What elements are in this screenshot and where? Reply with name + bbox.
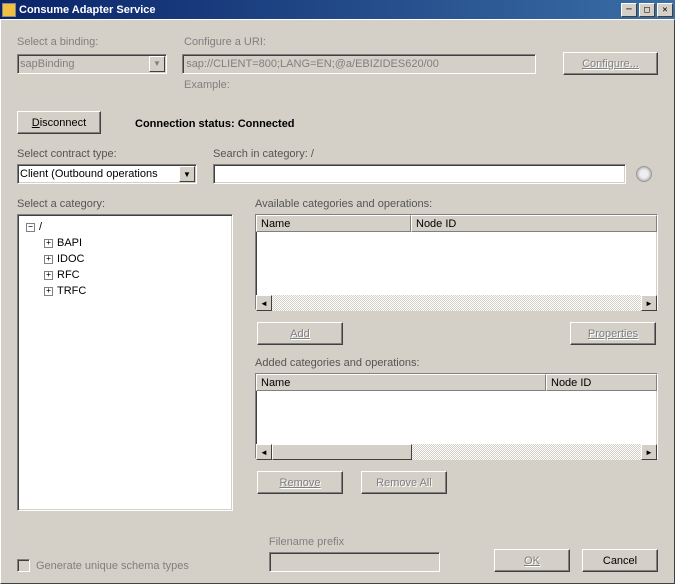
search-label: Search in category: /	[213, 148, 658, 160]
tree-item-bapi[interactable]: + BAPI	[22, 235, 228, 251]
added-body	[256, 391, 657, 444]
scroll-right-icon[interactable]: ►	[641, 444, 657, 460]
scroll-track[interactable]	[272, 295, 641, 311]
dropdown-arrow-icon[interactable]: ▼	[179, 166, 195, 182]
collapse-icon[interactable]: −	[26, 223, 35, 232]
available-header: Name Node ID	[256, 215, 657, 232]
available-col-name[interactable]: Name	[256, 215, 411, 232]
category-tree[interactable]: − / + BAPI + IDOC + RFC + TRFC	[17, 214, 233, 511]
uri-input: sap://CLIENT=800;LANG=EN;@a/EBIZIDES620/…	[182, 54, 536, 74]
add-button: Add	[257, 322, 343, 345]
uri-label: Configure a URI:	[184, 36, 569, 48]
available-label: Available categories and operations:	[255, 198, 658, 210]
ok-button: OK	[494, 549, 570, 572]
available-scrollbar[interactable]: ◄ ►	[256, 295, 657, 311]
configure-button: Configure...	[563, 52, 658, 75]
window-title: Consume Adapter Service	[19, 4, 619, 16]
app-icon	[2, 3, 16, 17]
gen-schema-checkbox	[17, 559, 30, 572]
disconnect-button[interactable]: Disconnect	[17, 111, 101, 134]
scroll-right-icon[interactable]: ►	[641, 295, 657, 311]
example-label: Example:	[184, 79, 569, 91]
filename-input	[269, 552, 440, 572]
dropdown-arrow-icon: ▼	[149, 56, 165, 72]
binding-label: Select a binding:	[17, 36, 184, 48]
available-col-node[interactable]: Node ID	[411, 215, 657, 232]
expand-icon[interactable]: +	[44, 287, 53, 296]
remove-button: Remove	[257, 471, 343, 494]
binding-value: sapBinding	[20, 58, 74, 70]
added-col-node[interactable]: Node ID	[546, 374, 657, 391]
tree-root[interactable]: − /	[22, 219, 228, 235]
scroll-track[interactable]	[272, 444, 641, 460]
tree-item-trfc[interactable]: + TRFC	[22, 283, 228, 299]
close-button[interactable]: ✕	[657, 3, 673, 17]
scroll-thumb[interactable]	[272, 444, 412, 460]
contract-select[interactable]: Client (Outbound operations ▼	[17, 164, 197, 184]
available-list[interactable]: Name Node ID ◄ ►	[255, 214, 658, 310]
window-body: Select a binding: Configure a URI: sapBi…	[0, 19, 675, 584]
added-col-name[interactable]: Name	[256, 374, 546, 391]
added-scrollbar[interactable]: ◄ ►	[256, 444, 657, 460]
scroll-left-icon[interactable]: ◄	[256, 444, 272, 460]
tree-item-rfc[interactable]: + RFC	[22, 267, 228, 283]
gen-schema-checkbox-group: Generate unique schema types	[17, 559, 189, 572]
added-list[interactable]: Name Node ID ◄ ►	[255, 373, 658, 459]
uri-value: sap://CLIENT=800;LANG=EN;@a/EBIZIDES620/…	[186, 58, 439, 70]
titlebar: Consume Adapter Service ─ □ ✕	[0, 0, 675, 19]
expand-icon[interactable]: +	[44, 239, 53, 248]
filename-label: Filename prefix	[269, 536, 440, 548]
remove-all-button: Remove All	[361, 471, 447, 494]
expand-icon[interactable]: +	[44, 271, 53, 280]
gen-schema-label: Generate unique schema types	[36, 560, 189, 572]
tree-item-idoc[interactable]: + IDOC	[22, 251, 228, 267]
search-input[interactable]	[213, 164, 626, 184]
scroll-left-icon[interactable]: ◄	[256, 295, 272, 311]
added-label: Added categories and operations:	[255, 357, 658, 369]
added-header: Name Node ID	[256, 374, 657, 391]
properties-button: Properties	[570, 322, 656, 345]
connection-status: Connection status: Connected	[135, 116, 295, 130]
cancel-button[interactable]: Cancel	[582, 549, 658, 572]
minimize-button[interactable]: ─	[621, 3, 637, 17]
available-body	[256, 232, 657, 295]
category-label: Select a category:	[17, 198, 233, 210]
maximize-button[interactable]: □	[639, 3, 655, 17]
binding-select: sapBinding ▼	[17, 54, 167, 74]
contract-value: Client (Outbound operations	[20, 168, 158, 180]
contract-label: Select contract type:	[17, 148, 213, 160]
expand-icon[interactable]: +	[44, 255, 53, 264]
search-icon[interactable]	[636, 166, 652, 182]
